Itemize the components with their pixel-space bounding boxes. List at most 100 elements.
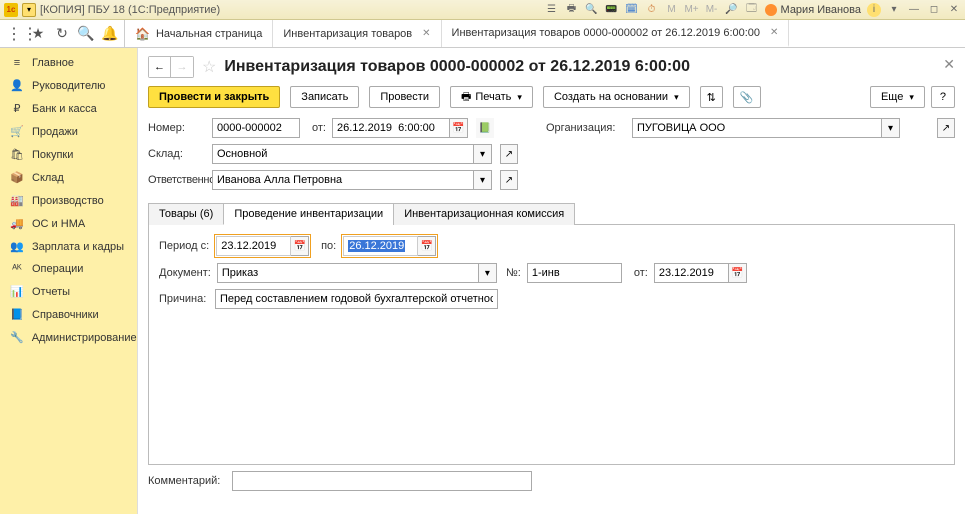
- nav-icon[interactable]: ☰: [545, 3, 559, 17]
- warehouse-dropdown-icon[interactable]: [474, 144, 492, 164]
- doc-from-label: от:: [628, 267, 648, 279]
- maximize-icon[interactable]: ◻: [927, 3, 941, 17]
- more-button[interactable]: Еще▾: [870, 86, 925, 108]
- reports-icon: 📊: [10, 285, 24, 298]
- purchases-icon: 🛍: [10, 148, 24, 161]
- window-icon[interactable]: 🗔: [745, 3, 759, 17]
- doc-date-input[interactable]: [654, 263, 729, 283]
- subtab-conduct[interactable]: Проведение инвентаризации: [223, 203, 394, 225]
- print-icon-tb: 🖶: [461, 88, 471, 107]
- calc-icon[interactable]: 📟: [605, 3, 619, 17]
- minimize-icon[interactable]: —: [907, 3, 921, 17]
- history-icon[interactable]: ↻: [54, 26, 70, 42]
- sidebar-item-main[interactable]: ≡Главное: [0, 52, 137, 74]
- doc-type-input[interactable]: [217, 263, 479, 283]
- sidebar-item-manager[interactable]: 👤Руководителю: [0, 74, 137, 97]
- period-to-cal-icon[interactable]: [418, 236, 436, 256]
- period-from-cal-icon[interactable]: [291, 236, 309, 256]
- doc-label: Документ:: [159, 267, 211, 279]
- calendar-picker-icon[interactable]: [450, 118, 468, 138]
- org-input[interactable]: [632, 118, 882, 138]
- close-window-icon[interactable]: ✕: [947, 3, 961, 17]
- responsible-dropdown-icon[interactable]: [474, 170, 492, 190]
- movement-icon: ⇅: [707, 91, 716, 104]
- sidebar-item-reports[interactable]: 📊Отчеты: [0, 280, 137, 303]
- m-icon[interactable]: M: [665, 3, 679, 17]
- movement-button[interactable]: ⇅: [700, 86, 723, 108]
- system-bar: 1c ▾ [КОПИЯ] ПБУ 18 (1С:Предприятие) ☰ 🖶…: [0, 0, 965, 20]
- main-icon: ≡: [10, 57, 24, 69]
- tab-home[interactable]: 🏠 Начальная страница: [125, 20, 273, 47]
- timer-icon[interactable]: ⏱: [645, 3, 659, 17]
- sidebar-item-production[interactable]: 🏭Производство: [0, 189, 137, 212]
- comment-input[interactable]: [232, 471, 532, 491]
- paperclip-icon: 📎: [740, 91, 754, 104]
- subtab-body: Период с: по: 26.12.2019 Документ: №: от…: [148, 225, 955, 465]
- responsible-open-icon[interactable]: [500, 170, 518, 190]
- dropdown-app-icon[interactable]: ▾: [22, 3, 36, 17]
- doc-date-cal-icon[interactable]: [729, 263, 747, 283]
- number-input[interactable]: [212, 118, 300, 138]
- content-area: ✕ ← → ☆ Инвентаризация товаров 0000-0000…: [138, 48, 965, 514]
- tool1-icon[interactable]: 🔍: [585, 3, 599, 17]
- subtab-goods[interactable]: Товары (6): [148, 203, 224, 225]
- sidebar-item-warehouse[interactable]: 📦Склад: [0, 166, 137, 189]
- sidebar-item-purchases[interactable]: 🛍Покупки: [0, 143, 137, 166]
- post-button[interactable]: Провести: [369, 86, 440, 108]
- back-button[interactable]: ←: [149, 57, 171, 77]
- save-button[interactable]: Записать: [290, 86, 359, 108]
- print-icon[interactable]: 🖶: [565, 3, 579, 17]
- sidebar-item-operations[interactable]: ᴬᴷОперации: [0, 258, 137, 280]
- warehouse-open-icon[interactable]: [500, 144, 518, 164]
- post-and-close-button[interactable]: Провести и закрыть: [148, 86, 280, 108]
- tab-inventory-doc[interactable]: Инвентаризация товаров 0000-000002 от 26…: [442, 20, 790, 47]
- assets-icon: 🚚: [10, 217, 24, 230]
- posted-status-icon[interactable]: 📗: [476, 118, 494, 138]
- user-name: Мария Иванова: [781, 4, 861, 16]
- doc-type-dropdown-icon[interactable]: [479, 263, 497, 283]
- tab1-close-icon[interactable]: ✕: [422, 28, 430, 39]
- subtab-commission[interactable]: Инвентаризационная комиссия: [393, 203, 575, 225]
- sidebar-item-payroll[interactable]: 👥Зарплата и кадры: [0, 235, 137, 258]
- responsible-input[interactable]: [212, 170, 474, 190]
- period-to-input[interactable]: 26.12.2019: [343, 236, 418, 256]
- org-dropdown-icon[interactable]: [882, 118, 900, 138]
- sidebar-item-sales[interactable]: 🛒Продажи: [0, 120, 137, 143]
- favorite-star-icon[interactable]: ★: [30, 26, 46, 42]
- admin-icon: 🔧: [10, 331, 24, 344]
- sidebar-item-assets[interactable]: 🚚ОС и НМА: [0, 212, 137, 235]
- app-logo-1c: 1c: [4, 3, 18, 17]
- help-button[interactable]: ?: [931, 86, 955, 108]
- attach-button[interactable]: 📎: [733, 86, 761, 108]
- sidebar-item-catalogs[interactable]: 📘Справочники: [0, 303, 137, 326]
- subtab-bar: Товары (6) Проведение инвентаризации Инв…: [148, 202, 955, 225]
- warehouse-input[interactable]: [212, 144, 474, 164]
- tab-inventory-list[interactable]: Инвентаризация товаров ✕: [273, 20, 441, 47]
- info-icon[interactable]: i: [867, 3, 881, 17]
- doc-num-input[interactable]: [527, 263, 622, 283]
- calendar-icon[interactable]: 🗓: [625, 3, 639, 17]
- user-menu[interactable]: Мария Иванова: [765, 4, 861, 16]
- reason-label: Причина:: [159, 293, 209, 305]
- sys-dd-icon[interactable]: ▾: [887, 3, 901, 17]
- search-icon[interactable]: 🔍: [78, 26, 94, 42]
- sidebar-item-admin[interactable]: 🔧Администрирование: [0, 326, 137, 349]
- mminus-icon[interactable]: M-: [705, 3, 719, 17]
- sidebar-item-bank[interactable]: ₽Банк и касса: [0, 97, 137, 120]
- close-page-icon[interactable]: ✕: [943, 56, 955, 73]
- favorite-toggle-icon[interactable]: ☆: [202, 57, 216, 77]
- bell-icon[interactable]: 🔔: [102, 26, 118, 42]
- forward-button[interactable]: →: [171, 57, 193, 77]
- period-from-input[interactable]: [216, 236, 291, 256]
- reason-input[interactable]: [215, 289, 498, 309]
- tab2-close-icon[interactable]: ✕: [770, 27, 778, 38]
- help-sys-icon[interactable]: 🔎: [725, 3, 739, 17]
- date-input[interactable]: [332, 118, 450, 138]
- print-button[interactable]: 🖶Печать▾: [450, 86, 533, 108]
- create-based-button[interactable]: Создать на основании▾: [543, 86, 690, 108]
- mplus-icon[interactable]: M+: [685, 3, 699, 17]
- warehouse-label: Склад:: [148, 148, 206, 160]
- apps-grid-icon[interactable]: ⋮⋮⋮: [6, 26, 22, 42]
- payroll-icon: 👥: [10, 240, 24, 253]
- org-open-icon[interactable]: [937, 118, 955, 138]
